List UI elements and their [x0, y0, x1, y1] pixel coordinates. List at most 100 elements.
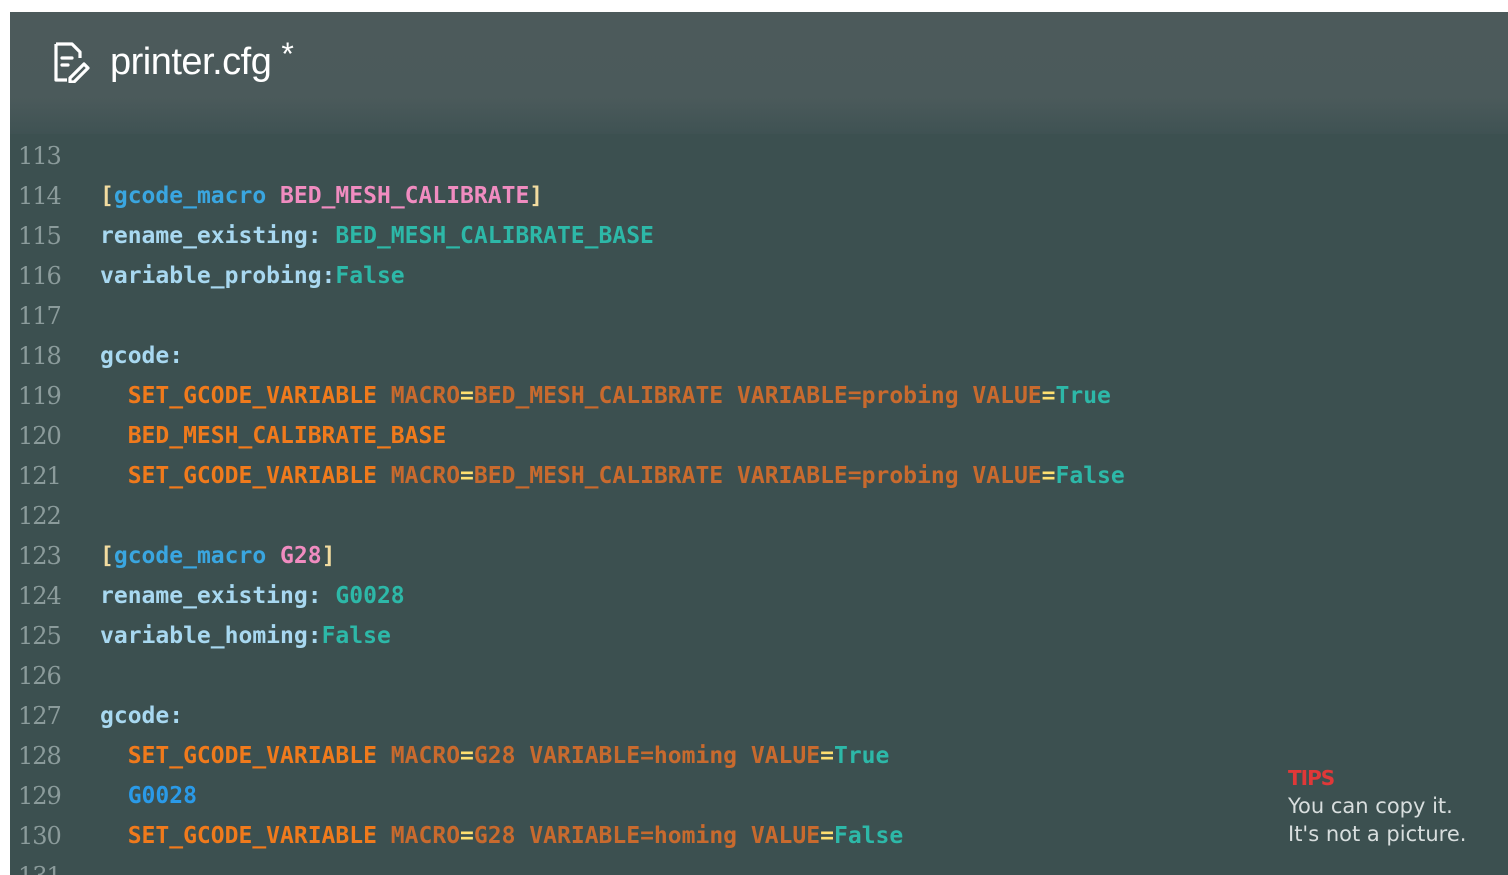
code-line[interactable]: 131 [10, 856, 1508, 875]
code-token: SET_GCODE_VARIABLE [100, 743, 377, 769]
code-token: MACRO [376, 463, 461, 489]
line-number: 123 [18, 542, 62, 570]
line-content: gcode: [88, 703, 183, 729]
code-line[interactable]: 121 SET_GCODE_VARIABLE MACRO=BED_MESH_CA… [10, 456, 1508, 496]
code-token: = [460, 463, 474, 489]
code-token: variable_homing: [100, 623, 322, 649]
code-token: VARIABLE=probing [723, 383, 959, 409]
code-line[interactable]: 125 variable_homing:False [10, 616, 1508, 656]
code-token: BED_MESH_CALIBRATE_BASE [321, 223, 654, 249]
code-token: True [1055, 383, 1111, 409]
code-token: = [820, 743, 834, 769]
code-token: MACRO [376, 743, 461, 769]
code-token: VALUE [737, 823, 821, 849]
code-line[interactable]: 120 BED_MESH_CALIBRATE_BASE [10, 416, 1508, 456]
code-line[interactable]: 123 [gcode_macro G28] [10, 536, 1508, 576]
line-number: 121 [18, 462, 62, 490]
code-token: BED_MESH_CALIBRATE_BASE [100, 423, 447, 449]
line-content: rename_existing: BED_MESH_CALIBRATE_BASE [88, 223, 654, 249]
code-token: MACRO [376, 823, 461, 849]
line-content: BED_MESH_CALIBRATE_BASE [88, 423, 447, 449]
line-number: 130 [18, 822, 62, 850]
code-token: False [335, 263, 405, 289]
code-token: VALUE [958, 383, 1042, 409]
code-line[interactable]: 126 [10, 656, 1508, 696]
file-edit-icon [50, 41, 90, 84]
code-token: True [833, 743, 890, 769]
code-line[interactable]: 128 SET_GCODE_VARIABLE MACRO=G28 VARIABL… [10, 736, 1508, 776]
code-token: = [1041, 383, 1056, 409]
code-line[interactable]: 124 rename_existing: G0028 [10, 576, 1508, 616]
tips-note: TIPS You can copy it. It's not a picture… [1288, 764, 1466, 848]
code-token: G28 [473, 743, 516, 769]
code-token: ] [321, 543, 336, 569]
line-number: 116 [18, 262, 62, 290]
code-token: G28 [473, 823, 516, 849]
line-content: [gcode_macro BED_MESH_CALIBRATE] [88, 183, 543, 209]
code-line[interactable]: 117 [10, 296, 1508, 336]
file-header: printer.cfg * [10, 12, 1508, 134]
tips-line-2: It's not a picture. [1288, 822, 1467, 846]
line-number: 118 [18, 342, 62, 370]
code-token: BED_MESH_CALIBRATE [473, 383, 724, 409]
file-name: printer.cfg [110, 40, 272, 83]
code-token: gcode: [100, 343, 184, 369]
line-number: 129 [18, 782, 62, 810]
code-token: = [460, 383, 474, 409]
line-number: 122 [18, 502, 62, 530]
line-content: G0028 [88, 783, 197, 809]
line-content: [gcode_macro G28] [88, 543, 335, 569]
code-token: False [321, 623, 391, 649]
code-line[interactable]: 118 gcode: [10, 336, 1508, 376]
line-number: 124 [18, 582, 62, 610]
code-token: VARIABLE=homing [515, 743, 738, 769]
code-line[interactable]: 115 rename_existing: BED_MESH_CALIBRATE_B… [10, 216, 1508, 256]
code-token: [ [100, 183, 114, 209]
code-line[interactable]: 114 [gcode_macro BED_MESH_CALIBRATE] [10, 176, 1508, 216]
code-token: VALUE [737, 743, 821, 769]
code-token: gcode_macro [113, 183, 267, 209]
code-line[interactable]: 129 G0028 [10, 776, 1508, 816]
code-token: G0028 [321, 583, 405, 609]
code-token: False [1055, 463, 1125, 489]
code-line[interactable]: 116 variable_probing:False [10, 256, 1508, 296]
line-content: variable_homing:False [88, 623, 391, 649]
tips-line-1: You can copy it. [1288, 794, 1453, 818]
code-token: ] [529, 183, 544, 209]
code-line[interactable]: 113 [10, 136, 1508, 176]
code-token: = [820, 823, 834, 849]
code-token: VALUE [958, 463, 1042, 489]
code-line[interactable]: 119 SET_GCODE_VARIABLE MACRO=BED_MESH_CA… [10, 376, 1508, 416]
code-token: G28 [280, 543, 322, 569]
file-title: printer.cfg * [50, 35, 294, 86]
code-token: BED_MESH_CALIBRATE [473, 463, 724, 489]
code-token: rename_existing: [100, 583, 322, 609]
line-number: 131 [10, 862, 88, 875]
line-content: SET_GCODE_VARIABLE MACRO=G28 VARIABLE=ho… [88, 823, 904, 849]
code-card: 112113114[gcode_macro BED_MESH_CALIBRATE… [10, 12, 1508, 875]
code-token: = [460, 743, 474, 769]
line-number: 114 [18, 182, 62, 210]
code-token: G0028 [100, 783, 197, 809]
line-content: gcode: [88, 343, 183, 369]
code-line[interactable]: 127 gcode: [10, 696, 1508, 736]
code-token: MACRO [376, 383, 461, 409]
line-number: 120 [18, 422, 62, 450]
unsaved-marker: * [281, 35, 294, 72]
line-content: variable_probing:False [88, 263, 405, 289]
code-token: SET_GCODE_VARIABLE [100, 463, 377, 489]
code-line[interactable]: 130 SET_GCODE_VARIABLE MACRO=G28 VARIABL… [10, 816, 1508, 856]
code-token: SET_GCODE_VARIABLE [100, 823, 377, 849]
line-content: rename_existing: G0028 [88, 583, 405, 609]
line-content: SET_GCODE_VARIABLE MACRO=G28 VARIABLE=ho… [88, 743, 890, 769]
line-number: 128 [18, 742, 62, 770]
code-line[interactable]: 122 [10, 496, 1508, 536]
code-token: rename_existing: [100, 223, 322, 249]
line-number: 126 [18, 662, 62, 690]
line-number: 117 [18, 302, 62, 330]
code-token: variable_probing: [100, 263, 336, 289]
code-token: VARIABLE=probing [723, 463, 959, 489]
code-token: = [1041, 463, 1056, 489]
